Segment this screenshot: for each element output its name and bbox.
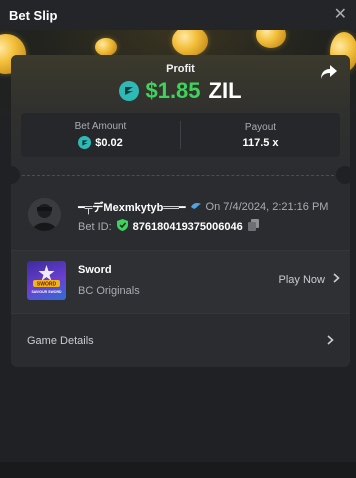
chevron-right-icon: [327, 332, 334, 350]
stats-box: Bet Amount $0.02 Payout 117.5 x: [21, 113, 340, 157]
game-details-label: Game Details: [27, 335, 94, 347]
username[interactable]: ━╤デMexmkytyb══━: [78, 199, 186, 215]
thumb-text: SWORD: [37, 282, 57, 288]
game-row[interactable]: SWORD SAVIOUR SWORD Sword BC Originals P…: [11, 250, 350, 314]
profit-currency: ZIL: [208, 78, 242, 103]
profit-label: Profit: [166, 63, 195, 75]
play-now-label: Play Now: [278, 273, 325, 286]
game-details-row[interactable]: Game Details: [11, 315, 350, 367]
left-notch: [2, 166, 20, 184]
share-icon[interactable]: [320, 64, 338, 85]
avatar[interactable]: [28, 198, 61, 231]
thumb-subtext: SAVIOUR SWORD: [31, 290, 62, 294]
profit-amount: $1.85: [145, 78, 201, 103]
shield-check-icon: [116, 219, 128, 234]
bet-info-row: ━╤デMexmkytyb══━ On 7/4/2024, 2:21:16 PM …: [11, 190, 350, 240]
top-bar: Bet Slip ✕: [0, 0, 356, 30]
payout-value: 117.5 x: [242, 136, 279, 149]
bet-date: On 7/4/2024, 2:21:16 PM: [205, 201, 329, 213]
game-thumbnail[interactable]: SWORD SAVIOUR SWORD: [27, 261, 66, 300]
payout-stat: Payout 117.5 x: [181, 113, 340, 157]
bottom-strip: [0, 462, 356, 478]
bet-id-label: Bet ID:: [78, 220, 112, 233]
bet-slip-card: Profit $1.85 ZIL Bet Amount $0.02 Payout…: [11, 55, 350, 367]
play-now-button[interactable]: Play Now: [279, 273, 340, 286]
bet-id-line: Bet ID: 876180419375006046: [78, 219, 259, 234]
bet-amount-stat: Bet Amount $0.02: [21, 113, 180, 157]
payout-label: Payout: [244, 121, 277, 133]
game-name: Sword: [78, 264, 112, 276]
profit-section: Profit $1.85 ZIL Bet Amount $0.02 Payout…: [11, 55, 350, 180]
profit-row: $1.85 ZIL: [11, 78, 350, 104]
copy-icon[interactable]: [247, 219, 259, 234]
right-notch: [336, 166, 354, 184]
page-title: Bet Slip: [9, 7, 58, 23]
bet-amount-value: $0.02: [95, 136, 123, 149]
bet-id-value: 876180419375006046: [132, 220, 243, 233]
zil-coin-icon: [78, 136, 92, 149]
zil-coin-icon: [119, 81, 140, 101]
bet-amount-value-row: $0.02: [78, 136, 123, 149]
dashed-line: [22, 175, 334, 176]
close-icon[interactable]: ✕: [334, 7, 347, 23]
bet-amount-label: Bet Amount: [74, 121, 127, 132]
bird-icon: [190, 201, 202, 214]
user-line: ━╤デMexmkytyb══━ On 7/4/2024, 2:21:16 PM: [78, 199, 328, 215]
game-provider: BC Originals: [78, 285, 140, 297]
chevron-right-icon: [333, 273, 340, 286]
